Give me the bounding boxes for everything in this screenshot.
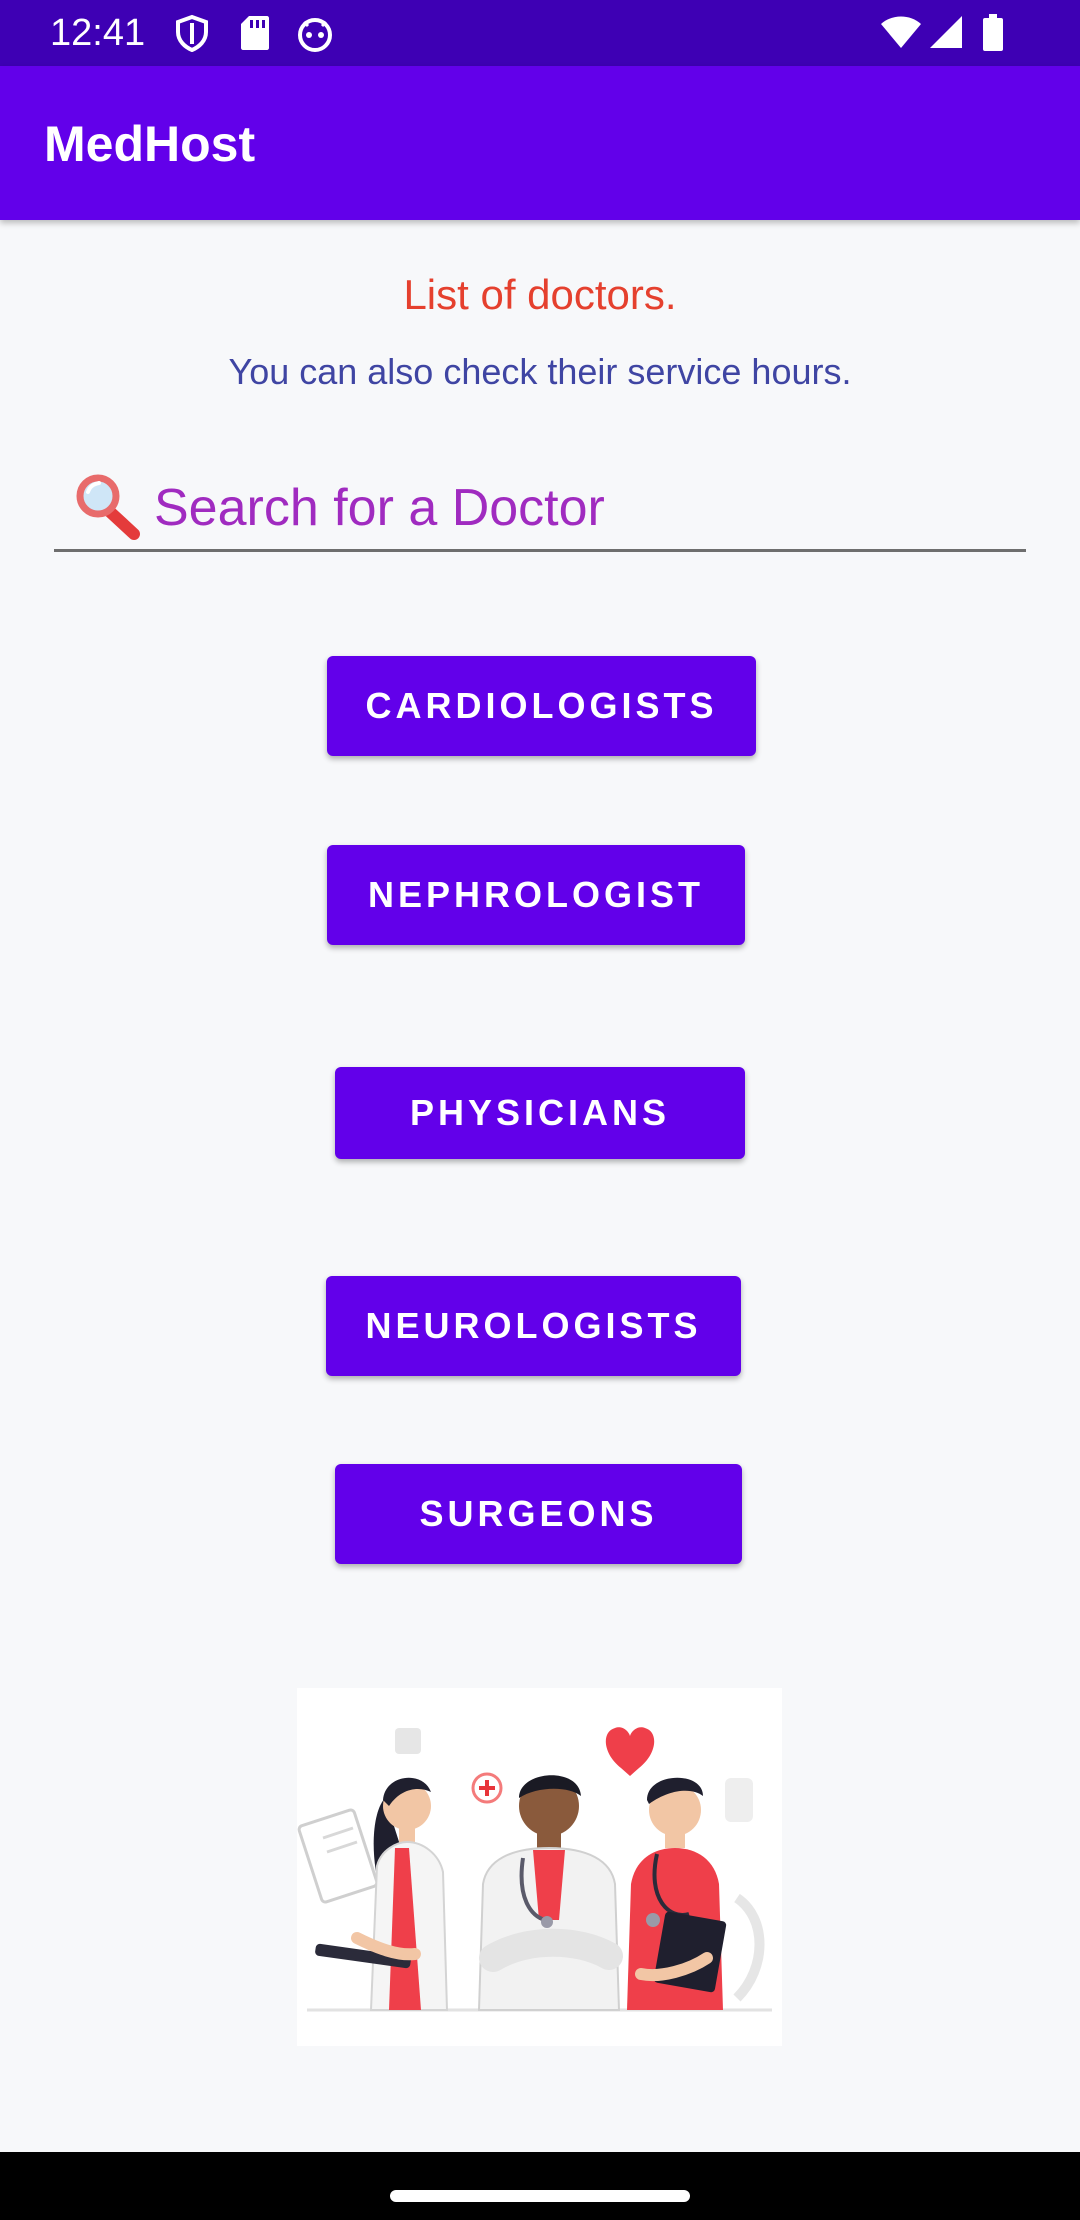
status-time: 12:41	[50, 12, 146, 54]
wifi-icon	[880, 14, 922, 54]
app-bar: MedHost	[0, 66, 1080, 220]
page-subheading: You can also check their service hours.	[228, 351, 852, 392]
status-bar: 12:41	[0, 0, 1080, 66]
home-gesture-handle[interactable]	[390, 2190, 690, 2202]
cardiologists-button[interactable]: CARDIOLOGISTS	[327, 656, 756, 756]
page-heading: List of doctors.	[403, 271, 677, 318]
search-placeholder: Search for a Doctor	[154, 479, 605, 537]
physicians-button[interactable]: PHYSICIANS	[335, 1067, 745, 1159]
navigation-bar	[0, 2152, 1080, 2220]
surgeons-button[interactable]: SURGEONS	[335, 1464, 742, 1564]
neurologists-button[interactable]: NEUROLOGISTS	[326, 1276, 741, 1376]
sd-card-icon	[240, 14, 270, 56]
nephrologist-button[interactable]: NEPHROLOGIST	[327, 845, 745, 945]
screen: 12:41 MedHost List of doctors. You can a…	[0, 0, 1080, 2220]
search-icon	[74, 472, 144, 546]
battery-icon	[982, 14, 1004, 56]
shield-icon	[174, 14, 210, 56]
cellular-signal-icon	[928, 14, 964, 54]
search-input[interactable]: Search for a Doctor	[54, 466, 1026, 552]
doctors-illustration	[297, 1688, 782, 2046]
android-face-icon	[296, 14, 334, 56]
app-title: MedHost	[44, 116, 256, 172]
